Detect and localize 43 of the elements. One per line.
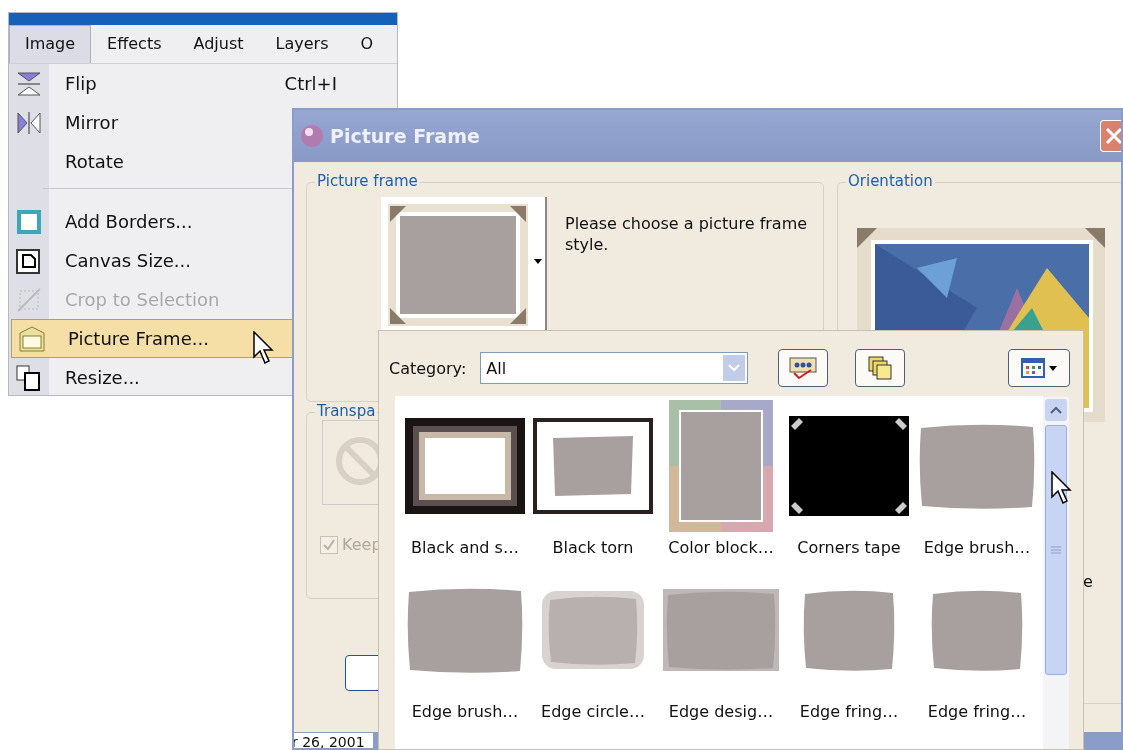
toolbar-button[interactable] (778, 349, 829, 387)
status-text: r 26, 2001 (294, 733, 373, 748)
frame-label: Color block… (668, 537, 774, 559)
chevron-down-icon (728, 364, 741, 372)
frame-preview-icon (388, 204, 528, 326)
frame-label: Corners tape (797, 537, 901, 559)
crop-icon (15, 285, 43, 314)
field-label: Category: (389, 358, 467, 378)
palette-check-icon (788, 355, 819, 381)
caret-icon (534, 259, 542, 265)
pointer-icon (1051, 471, 1073, 505)
menu-bar-item[interactable]: Image (9, 25, 92, 63)
frame-label: Black torn (552, 537, 634, 559)
document-icon (15, 246, 43, 275)
flip-icon (15, 69, 43, 98)
menu-bar-item[interactable]: Layers (259, 25, 345, 63)
pointer-icon (253, 331, 275, 365)
picture-frame-icon (18, 324, 46, 353)
close-button[interactable] (1100, 120, 1121, 152)
hint-text: Please choose a picture frame style. (565, 213, 809, 255)
frame-label: Edge brush… (923, 537, 1031, 559)
option-label: e (1083, 572, 1093, 591)
frame-label: Black and s… (411, 537, 519, 559)
menu-bar-item[interactable]: O (344, 25, 390, 63)
frame-label: Edge fring… (927, 701, 1027, 723)
close-icon (1105, 127, 1121, 145)
menu-item[interactable]: Flip Ctrl+I (9, 64, 397, 103)
square-border-icon (15, 207, 43, 236)
category-dropdown[interactable]: All (480, 352, 749, 384)
menu-bar-item[interactable]: Effects (91, 25, 178, 63)
menu-bar-item[interactable]: Adjust (177, 25, 260, 63)
frame-label: Edge desig… (668, 701, 774, 723)
frame-label: Edge circle… (541, 701, 645, 723)
window-title: Picture Frame (330, 125, 480, 147)
pages-icon (15, 363, 43, 392)
grip-icon (1051, 546, 1061, 554)
scrollbar[interactable] (1043, 397, 1069, 749)
group-label: Transpa (315, 402, 378, 420)
frame-label: Edge fring… (799, 701, 899, 723)
orb-icon (300, 124, 324, 148)
menu-item[interactable]: Add Borders... (9, 202, 397, 241)
menu-item[interactable]: Canvas Size... (9, 241, 397, 280)
frame-label: Edge brush… (411, 701, 519, 723)
